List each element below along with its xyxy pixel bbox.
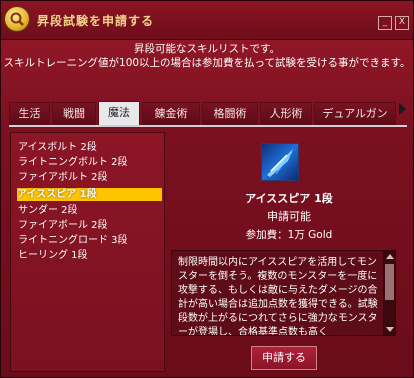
skill-item[interactable]: ヒーリング 1段 — [18, 249, 158, 262]
skill-list: アイスボルト 2段 ライトニングボルト 2段 ファイアボルト 2段 アイススピア… — [10, 132, 165, 372]
skill-item[interactable]: ライトニングボルト 2段 — [18, 156, 158, 169]
tab-dual-gun[interactable]: デュアルガン — [314, 102, 396, 125]
skill-item-selected[interactable]: アイススピア 1段 — [17, 188, 162, 201]
skill-item[interactable]: ファイアボール 2段 — [18, 219, 158, 232]
description-line-2: スキルトレーニング値が100以上の場合は参加費を払って試験を受ける事ができます。 — [3, 57, 411, 69]
skill-detail: アイススピア 1段 申請可能 参加費：1万 Gold 制限時間以内にアイススピア… — [171, 132, 403, 370]
tab-life[interactable]: 生活 — [9, 102, 50, 125]
heart-search-icon — [5, 7, 29, 31]
entry-fee: 参加費：1万 Gold — [245, 229, 333, 241]
scroll-up-icon[interactable] — [386, 254, 394, 259]
tab-alchemy[interactable]: 錬金術 — [142, 102, 200, 125]
skill-item[interactable]: ファイアボルト 2段 — [18, 171, 158, 184]
skill-item[interactable]: アイスボルト 2段 — [18, 141, 158, 154]
minimize-button[interactable]: _ — [378, 16, 392, 30]
description-line-1: 昇段可能なスキルリストです。 — [134, 43, 280, 55]
tab-scroll-right-icon[interactable] — [399, 103, 406, 115]
scroll-down-icon[interactable] — [386, 327, 394, 332]
skill-item[interactable]: ライトニングロード 3段 — [18, 234, 158, 247]
skill-description-box: 制限時間以内にアイススピアを活用してモンスターを倒そう。複数のモンスターを一度に… — [171, 250, 385, 336]
tab-underline — [9, 125, 407, 127]
tab-martial-arts[interactable]: 格闘術 — [202, 102, 258, 125]
tab-puppetry[interactable]: 人形術 — [260, 102, 312, 125]
title-bar[interactable]: 昇段試験を申請する _ X — [1, 1, 413, 40]
description-scrollbar[interactable] — [383, 250, 396, 336]
close-button[interactable]: X — [395, 16, 409, 30]
skill-exam-window: 昇段試験を申請する _ X 昇段可能なスキルリストです。 スキルトレーニング値が… — [0, 0, 414, 378]
ice-spear-icon — [261, 143, 299, 181]
apply-button[interactable]: 申請する — [251, 346, 317, 370]
skill-item[interactable]: サンダー 2段 — [18, 204, 158, 217]
detail-skill-name: アイススピア 1段 — [245, 192, 333, 205]
apply-status: 申請可能 — [267, 210, 311, 223]
description: 昇段可能なスキルリストです。 スキルトレーニング値が100以上の場合は参加費を払… — [1, 42, 413, 70]
skill-description-text: 制限時間以内にアイススピアを活用してモンスターを倒そう。複数のモンスターを一度に… — [178, 257, 378, 336]
tab-magic[interactable]: 魔法 — [98, 101, 140, 126]
scroll-thumb[interactable] — [385, 264, 394, 300]
skill-item-selected-label: アイススピア 1段 — [17, 189, 97, 200]
tab-combat[interactable]: 戦闘 — [52, 102, 96, 125]
window-title: 昇段試験を申請する — [37, 14, 155, 28]
